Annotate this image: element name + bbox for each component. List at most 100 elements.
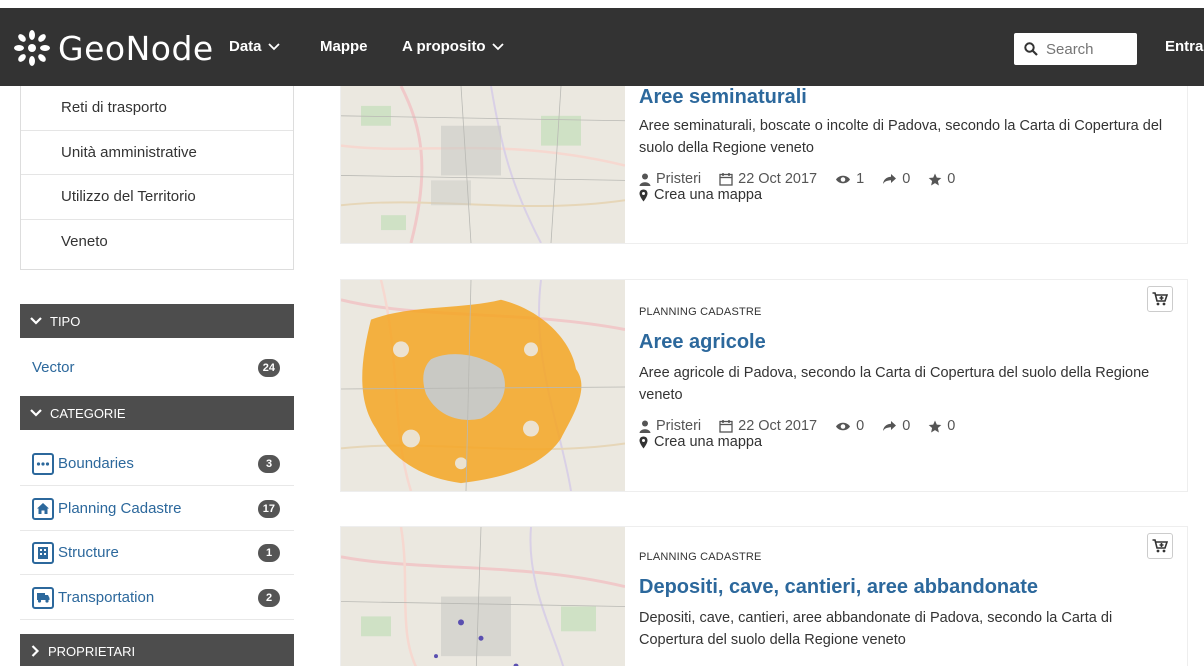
search-box[interactable] — [1014, 33, 1137, 65]
star-icon — [928, 173, 942, 185]
share-icon — [883, 421, 897, 431]
share-icon — [883, 174, 897, 184]
result-category: PLANNING CADASTRE — [639, 551, 762, 563]
region-label: Reti di trasporto — [61, 99, 167, 117]
search-input[interactable] — [1046, 40, 1126, 58]
region-item[interactable]: Reti di trasporto — [21, 86, 293, 131]
count-badge: 1 — [258, 544, 280, 562]
facet-item-label: Transportation — [58, 589, 155, 606]
regions-list: Reti di trasporto Unità amministrative U… — [20, 86, 294, 270]
view-count: 1 — [856, 171, 865, 187]
region-label: Utilizzo del Territorio — [61, 188, 196, 206]
view-count: 0 — [856, 418, 865, 434]
result-body: PLANNING CADASTRE Aree agricole Aree agr… — [639, 280, 1171, 450]
region-item[interactable]: Unità amministrative — [21, 131, 293, 175]
result-meta: Pristeri 22 Oct 2017 0 0 0 — [639, 418, 1171, 434]
count-badge: 17 — [257, 500, 280, 518]
facet-categorie-header[interactable]: CATEGORIE — [20, 396, 294, 430]
facet-item-label: Planning Cadastre — [58, 500, 182, 517]
result-date: 22 Oct 2017 — [738, 418, 818, 434]
facet-item-planning-cadastre[interactable]: Planning Cadastre 17 — [20, 487, 294, 531]
nav-mappe[interactable]: Mappe — [320, 38, 368, 55]
search-icon — [1024, 42, 1038, 56]
nav-data-menu[interactable]: Data — [229, 38, 280, 55]
region-label: Veneto — [61, 233, 108, 251]
facet-item-label: Boundaries — [58, 455, 134, 472]
facet-categorie-label: CATEGORIE — [50, 405, 126, 421]
result-title[interactable]: Aree seminaturali — [639, 86, 1171, 109]
building-icon — [32, 541, 54, 564]
create-map-label: Crea una mappa — [654, 434, 763, 450]
chevron-right-icon — [31, 645, 40, 657]
share-count: 0 — [902, 171, 911, 187]
create-map-label: Crea una mappa — [654, 187, 763, 203]
nav-about-menu[interactable]: A proposito — [402, 38, 504, 55]
count-badge: 3 — [258, 455, 280, 473]
facet-item-boundaries[interactable]: Boundaries 3 — [20, 442, 294, 486]
result-date: 22 Oct 2017 — [738, 171, 818, 187]
facet-proprietari-label: PROPRIETARI — [48, 643, 136, 659]
login-link[interactable]: Entra — [1165, 38, 1203, 55]
result-card: PLANNING CADASTRE Aree agricole Aree agr… — [340, 279, 1188, 492]
facet-item-vector[interactable]: Vector 24 — [20, 346, 294, 388]
result-body: Aree seminaturali Aree seminaturali, bos… — [639, 86, 1171, 203]
add-to-cart-button[interactable] — [1147, 286, 1173, 312]
result-abstract: Aree seminaturali, boscate o incolte di … — [639, 118, 1163, 156]
chevron-down-icon — [30, 317, 42, 325]
region-label: Unità amministrative — [61, 143, 197, 161]
result-category: PLANNING CADASTRE — [639, 306, 762, 318]
facet-item-structure[interactable]: Structure 1 — [20, 531, 294, 575]
eye-icon — [836, 422, 851, 430]
chevron-down-icon — [30, 409, 42, 417]
count-badge: 2 — [258, 589, 280, 607]
result-abstract: Depositi, cave, cantieri, aree abbandona… — [639, 610, 1113, 648]
facet-item-label: Structure — [58, 544, 119, 561]
chevron-down-icon — [491, 42, 504, 50]
region-item[interactable]: Veneto — [21, 220, 293, 265]
chevron-down-icon — [267, 42, 280, 50]
map-marker-icon — [639, 436, 648, 448]
top-navbar: GeoNode Data Mappe A proposito Entra — [0, 8, 1204, 86]
layer-thumbnail[interactable] — [341, 280, 625, 491]
cart-plus-icon — [1152, 292, 1168, 306]
nav-data-label: Data — [229, 38, 262, 55]
create-map-link[interactable]: Crea una mappa — [639, 434, 1171, 450]
layer-thumbnail[interactable] — [341, 86, 625, 243]
owner-link[interactable]: Pristeri — [656, 418, 701, 434]
add-to-cart-button[interactable] — [1147, 533, 1173, 559]
brand-name: GeoNode — [58, 28, 214, 68]
nav-about-label: A proposito — [402, 38, 486, 55]
result-card: PLANNING CADASTRE Depositi, cave, cantie… — [340, 526, 1188, 666]
share-count: 0 — [902, 418, 911, 434]
facet-tipo-label: TIPO — [50, 313, 81, 329]
facet-proprietari-header[interactable]: PROPRIETARI — [20, 634, 294, 666]
result-abstract: Aree agricole di Padova, secondo la Cart… — [639, 365, 1150, 403]
map-marker-icon — [639, 189, 648, 201]
facet-item-transportation[interactable]: Transportation 2 — [20, 576, 294, 620]
rating-count: 0 — [947, 171, 956, 187]
facet-tipo-header[interactable]: TIPO — [20, 304, 294, 338]
owner-link[interactable]: Pristeri — [656, 171, 701, 187]
brand-logo[interactable]: GeoNode — [12, 26, 214, 70]
geonode-logo-icon — [14, 30, 50, 66]
facet-item-label: Vector — [32, 358, 75, 376]
layer-thumbnail[interactable] — [341, 527, 625, 666]
cart-plus-icon — [1152, 539, 1168, 553]
calendar-icon — [719, 173, 733, 186]
user-icon — [639, 420, 651, 433]
result-body: PLANNING CADASTRE Depositi, cave, cantie… — [639, 527, 1171, 651]
eye-icon — [836, 175, 851, 183]
rating-count: 0 — [947, 418, 956, 434]
boundaries-icon — [32, 452, 54, 475]
nav-mappe-label: Mappe — [320, 38, 368, 55]
region-item[interactable]: Utilizzo del Territorio — [21, 175, 293, 220]
count-badge: 24 — [257, 359, 280, 377]
star-icon — [928, 420, 942, 432]
user-icon — [639, 173, 651, 186]
result-title[interactable]: Aree agricole — [639, 331, 1171, 354]
result-meta: Pristeri 22 Oct 2017 1 0 0 — [639, 171, 1171, 187]
home-icon — [32, 497, 54, 520]
create-map-link[interactable]: Crea una mappa — [639, 187, 1171, 203]
calendar-icon — [719, 420, 733, 433]
result-title[interactable]: Depositi, cave, cantieri, aree abbandona… — [639, 576, 1171, 599]
